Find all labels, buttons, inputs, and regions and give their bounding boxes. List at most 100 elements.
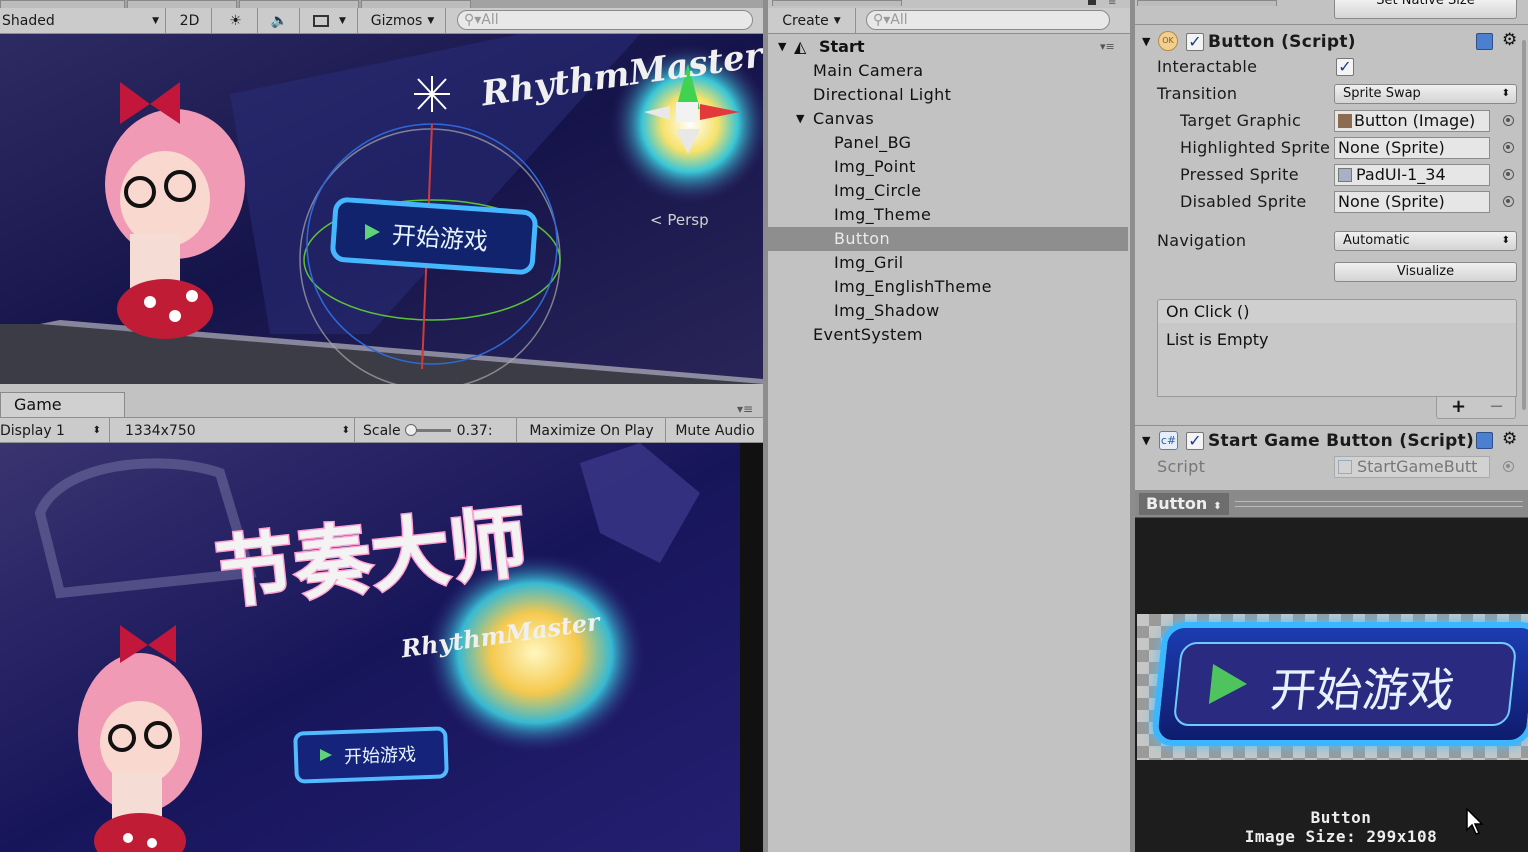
- set-native-size-button[interactable]: Set Native Size: [1334, 0, 1517, 19]
- scene-search-input[interactable]: ⚲▾All: [457, 10, 753, 30]
- unity-scene-icon: ◭: [794, 37, 807, 56]
- object-picker-icon[interactable]: [1503, 196, 1514, 207]
- chevron-down-icon: ▼: [152, 15, 159, 26]
- object-picker-icon[interactable]: [1503, 169, 1514, 180]
- preview-title-dropdown[interactable]: Button ⬍: [1139, 493, 1229, 515]
- hierarchy-item-img-point[interactable]: Img_Point: [768, 155, 1128, 179]
- list-empty-label: List is Empty: [1166, 330, 1269, 349]
- preview-header: Button ⬍: [1135, 490, 1528, 518]
- object-picker-icon[interactable]: [1503, 142, 1514, 153]
- scale-thumb[interactable]: [404, 424, 417, 436]
- foldout-open-icon[interactable]: ▼: [796, 107, 805, 131]
- hierarchy-item-directional-light[interactable]: Directional Light: [768, 83, 1128, 107]
- hierarchy-search-input[interactable]: ⚲▾All: [866, 10, 1110, 30]
- button-preview-image: 开始游戏: [1150, 622, 1528, 746]
- console-tab[interactable]: [127, 0, 237, 8]
- visualize-button[interactable]: Visualize: [1334, 262, 1517, 282]
- navigation-label: Navigation: [1157, 231, 1247, 250]
- image-icon: [1338, 114, 1352, 128]
- hierarchy-item-canvas[interactable]: ▼ Canvas: [768, 107, 1128, 131]
- profiler-tab[interactable]: [239, 0, 359, 8]
- transition-dropdown[interactable]: Sprite Swap ⬍: [1334, 84, 1517, 104]
- hierarchy-item-label: Canvas: [813, 109, 875, 128]
- tab-game[interactable]: Game: [0, 392, 125, 418]
- on-click-label: On Click (): [1166, 302, 1250, 321]
- game-button-text: 开始游戏: [344, 744, 417, 767]
- menu-icon[interactable]: ▾≡: [1100, 35, 1115, 59]
- chevron-updown-icon: ⬍: [1501, 88, 1510, 99]
- tab-hierarchy[interactable]: [772, 0, 902, 6]
- scale-slider[interactable]: Scale 0.37:: [357, 418, 517, 443]
- disabled-sprite-field[interactable]: None (Sprite): [1334, 191, 1490, 213]
- hierarchy-item-img-theme[interactable]: Img_Theme: [768, 203, 1128, 227]
- menu-icon[interactable]: ≡: [1108, 0, 1116, 8]
- divider: [1135, 425, 1528, 426]
- gear-icon[interactable]: ⚙: [1502, 30, 1517, 50]
- script-enabled-checkbox[interactable]: ✓: [1186, 432, 1204, 450]
- maximize-on-play-toggle[interactable]: Maximize On Play: [518, 418, 666, 443]
- timeline-tab[interactable]: [361, 0, 471, 8]
- scene-view[interactable]: RhythmMaster 开始游戏 < Persp: [0, 34, 763, 384]
- preview-button-text: 开始游戏: [1267, 663, 1458, 717]
- persp-label[interactable]: < Persp: [650, 211, 709, 229]
- effects-dropdown[interactable]: ▼: [302, 8, 358, 33]
- search-placeholder: All: [890, 12, 908, 28]
- search-icon: ⚲▾: [873, 12, 891, 28]
- highlighted-sprite-field[interactable]: None (Sprite): [1334, 137, 1490, 159]
- interactable-checkbox[interactable]: ✓: [1336, 58, 1354, 76]
- sun-icon: ☀: [229, 12, 242, 29]
- remove-event-button[interactable]: −: [1489, 397, 1504, 417]
- menu-icon[interactable]: ▾≡: [737, 402, 753, 416]
- inspector-scrollbar[interactable]: [1522, 40, 1526, 410]
- chevron-updown-icon: ⬍: [1213, 501, 1222, 512]
- foldout-open-icon[interactable]: ▼: [778, 35, 786, 59]
- button-enabled-checkbox[interactable]: ✓: [1186, 33, 1204, 51]
- gear-icon[interactable]: ⚙: [1502, 429, 1517, 449]
- object-picker-icon[interactable]: [1503, 115, 1514, 126]
- drag-handle[interactable]: [1235, 501, 1523, 507]
- navigation-dropdown[interactable]: Automatic ⬍: [1334, 231, 1517, 251]
- add-event-button[interactable]: +: [1451, 397, 1466, 417]
- create-dropdown[interactable]: Create ▼: [768, 8, 856, 33]
- interactable-label: Interactable: [1157, 57, 1258, 76]
- hierarchy-item-button[interactable]: Button: [768, 227, 1128, 251]
- chevron-updown-icon: ⬍: [341, 425, 350, 436]
- hierarchy-item-img-gril[interactable]: Img_Gril: [768, 251, 1128, 275]
- display-dropdown[interactable]: Display 1 ⬍: [0, 418, 110, 443]
- hierarchy-item-main-camera[interactable]: Main Camera: [768, 59, 1128, 83]
- hierarchy-item-img-englishtheme[interactable]: Img_EnglishTheme: [768, 275, 1128, 299]
- resolution-dropdown[interactable]: 1334x750 ⬍: [117, 418, 355, 443]
- play-arrow-icon: [1208, 664, 1250, 704]
- lock-icon[interactable]: [1088, 0, 1096, 5]
- hierarchy-item-img-shadow[interactable]: Img_Shadow: [768, 299, 1128, 323]
- lighting-toggle[interactable]: ☀: [214, 8, 258, 33]
- gizmos-dropdown[interactable]: Gizmos ▼: [360, 8, 446, 33]
- hierarchy-item-label: Img_EnglishTheme: [834, 277, 992, 296]
- pressed-sprite-field[interactable]: PadUI-1_34: [1334, 164, 1490, 186]
- game-view[interactable]: 节奏大师 RhythmMaster 开始游戏: [0, 443, 763, 852]
- audio-toggle[interactable]: 🔈: [260, 8, 300, 33]
- hierarchy-item-img-circle[interactable]: Img_Circle: [768, 179, 1128, 203]
- 2d-toggle[interactable]: 2D: [168, 8, 212, 33]
- help-book-icon[interactable]: [1476, 33, 1493, 50]
- scene-tab[interactable]: [0, 0, 125, 8]
- maximize-label: Maximize On Play: [529, 422, 654, 439]
- foldout-open-icon[interactable]: ▼: [1142, 35, 1150, 48]
- hierarchy-item-panel-bg[interactable]: Panel_BG: [768, 131, 1128, 155]
- hierarchy-item-label: Img_Circle: [834, 181, 922, 200]
- mute-audio-toggle[interactable]: Mute Audio: [667, 418, 763, 443]
- scale-label: Scale: [363, 422, 401, 439]
- mouse-cursor-icon: [1466, 808, 1484, 835]
- scale-track[interactable]: [404, 424, 451, 436]
- scene-name: Start: [819, 37, 865, 56]
- transition-label: Transition: [1157, 84, 1238, 103]
- pressed-sprite-label: Pressed Sprite: [1180, 165, 1299, 184]
- scene-root-row[interactable]: ▼ ◭ Start ▾≡: [768, 35, 1130, 59]
- hierarchy-item-eventsystem[interactable]: EventSystem: [768, 323, 1128, 347]
- shading-dropdown[interactable]: Shaded ▼: [0, 8, 166, 33]
- tab-inspector[interactable]: [1137, 0, 1277, 6]
- target-graphic-field[interactable]: Button (Image): [1334, 110, 1490, 132]
- help-book-icon[interactable]: [1476, 432, 1493, 449]
- hierarchy-item-label: Img_Point: [834, 157, 916, 176]
- foldout-open-icon[interactable]: ▼: [1142, 434, 1150, 447]
